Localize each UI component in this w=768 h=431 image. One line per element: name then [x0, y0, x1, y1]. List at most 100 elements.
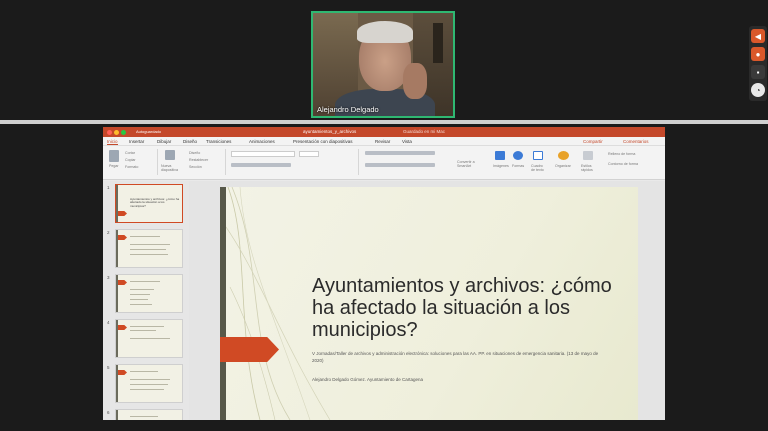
font-format-buttons[interactable] [231, 163, 291, 167]
alignment-buttons[interactable] [365, 163, 435, 167]
new-slide-label: Nueva diapositiva [161, 164, 178, 172]
slide-thumbnail[interactable]: Ayuntamientos y archivos: ¿cómo ha afect… [115, 184, 183, 223]
thumbnail-text-line [130, 379, 170, 380]
thumbnail-text-line [130, 326, 164, 327]
quick-styles-icon[interactable] [583, 151, 593, 160]
thumbnail-accent-bar [116, 230, 118, 267]
slide-thumbnail[interactable] [115, 229, 183, 268]
thumbnail-text-line [130, 249, 166, 250]
shapes-icon[interactable] [513, 151, 523, 160]
thumbnail-arrow [118, 325, 127, 330]
thumbnail-accent-bar [116, 365, 118, 402]
thumbnail-accent-bar [116, 185, 118, 222]
new-slide-icon[interactable] [165, 150, 175, 160]
thumbnail-text-line [130, 330, 156, 331]
tab-dibujar[interactable]: Dibujar [157, 139, 171, 144]
window-titlebar: Autoguardado ayuntamientos_y_archivos Gu… [103, 127, 665, 137]
minimize-button[interactable] [114, 130, 119, 135]
slide-author[interactable]: Alejandro Delgado Gómez. Ayuntamiento de… [312, 377, 423, 382]
shape-outline-button[interactable]: Contorno de forma [608, 162, 638, 166]
tab-transiciones[interactable]: Transiciones [206, 139, 231, 144]
quick-styles-label: Estilos rápidos [581, 164, 593, 172]
tab-vista[interactable]: Vista [402, 139, 412, 144]
tab-diseno[interactable]: Diseño [183, 139, 197, 144]
copy-button[interactable]: Copiar [125, 158, 136, 162]
ribbon-separator [157, 149, 158, 175]
share-button[interactable]: Compartir [583, 139, 603, 144]
thumbnail-text-line [130, 254, 168, 255]
slide-thumbnail[interactable] [115, 319, 183, 358]
thumbnail-number: 2 [107, 230, 110, 235]
meeting-screen: Alejandro Delgado ◀ ● ▪ ◔ Autoguardado a… [0, 0, 768, 431]
image-icon[interactable] [495, 151, 505, 160]
ribbon-tabs: Inicio Insertar Dibujar Diseño Transicio… [103, 137, 665, 146]
maximize-button[interactable] [121, 130, 126, 135]
slide-title[interactable]: Ayuntamientos y archivos: ¿cómo ha afect… [312, 275, 612, 341]
font-family-select[interactable] [231, 151, 295, 157]
paste-icon[interactable] [109, 150, 119, 162]
screen-divider [0, 120, 768, 124]
camera-icon[interactable]: ▪ [751, 65, 765, 79]
thumbnail-text-line [130, 338, 170, 339]
powerpoint-window: Autoguardado ayuntamientos_y_archivos Gu… [103, 127, 665, 420]
arrow-left-icon[interactable]: ◀ [751, 29, 765, 43]
ribbon-toolbar: Pegar Cortar Copiar Formato Nueva diapos… [103, 146, 665, 180]
slide-arrow-shape [220, 337, 279, 362]
thumbnail-number: 3 [107, 275, 110, 280]
slide-thumbnail[interactable] [115, 274, 183, 313]
convert-smartart-button[interactable]: Convertir a SmartArt [457, 160, 479, 168]
thumbnail-text-line [130, 289, 154, 290]
chat-icon[interactable]: ◔ [751, 83, 765, 97]
text-box-label: Cuadro de texto [531, 164, 544, 172]
thumbnail-text-line [130, 371, 158, 372]
ribbon-separator [358, 149, 359, 175]
thumbnail-accent-bar [116, 410, 118, 420]
format-painter-button[interactable]: Formato [125, 165, 138, 169]
thumbnail-text-line [130, 304, 152, 305]
thumbnail-arrow [118, 370, 127, 375]
text-box-icon[interactable] [533, 151, 543, 160]
paste-label: Pegar [109, 164, 119, 168]
section-button[interactable]: Sección [189, 165, 202, 169]
tab-insertar[interactable]: Insertar [129, 139, 144, 144]
slide-editor: Ayuntamientos y archivos: ¿cómo ha afect… [189, 181, 665, 420]
participant-hand [403, 63, 427, 99]
close-button[interactable] [107, 130, 112, 135]
current-slide[interactable]: Ayuntamientos y archivos: ¿cómo ha afect… [220, 187, 638, 420]
arrange-icon[interactable] [558, 151, 569, 160]
tab-inicio[interactable]: Inicio [107, 139, 118, 145]
autosave-label[interactable]: Autoguardado [136, 129, 161, 134]
comments-button[interactable]: Comentarios [623, 139, 649, 144]
slide-thumbnail[interactable] [115, 364, 183, 403]
thumbnail-text-line [130, 416, 158, 417]
thumbnail-number: 5 [107, 365, 110, 370]
document-title: ayuntamientos_y_archivos [303, 129, 357, 134]
microphone-icon[interactable]: ● [751, 47, 765, 61]
arrange-label: Organizar [555, 164, 571, 168]
tab-animaciones[interactable]: Animaciones [249, 139, 275, 144]
thumbnail-accent-bar [116, 275, 118, 312]
thumbnail-text-line [130, 281, 160, 282]
thumbnail-text-line [130, 389, 164, 390]
paragraph-buttons[interactable] [365, 151, 435, 155]
thumbnail-title: Ayuntamientos y archivos: ¿cómo ha afect… [130, 197, 180, 208]
thumbnail-number: 6 [107, 410, 110, 415]
thumbnail-arrow [118, 280, 127, 285]
font-size-select[interactable] [299, 151, 319, 157]
save-status: Guardado en mi Mac [403, 129, 446, 134]
thumbnail-text-line [130, 236, 160, 237]
images-label: Imágenes [493, 164, 509, 168]
participant-video[interactable]: Alejandro Delgado [311, 11, 455, 118]
meeting-toolbar: ◀ ● ▪ ◔ [749, 26, 767, 101]
thumbnail-text-line [130, 299, 148, 300]
thumbnail-accent-bar [116, 320, 118, 357]
shape-fill-button[interactable]: Relleno de forma [608, 152, 635, 156]
participant-name: Alejandro Delgado [317, 105, 379, 114]
slide-thumbnail[interactable] [115, 409, 183, 420]
slide-subtitle[interactable]: V Jornadas/Taller de archivos y administ… [312, 350, 602, 364]
layout-button[interactable]: Diseño [189, 151, 200, 155]
cut-button[interactable]: Cortar [125, 151, 135, 155]
tab-revisar[interactable]: Revisar [375, 139, 390, 144]
tab-presentacion[interactable]: Presentación con diapositivas [293, 139, 353, 144]
reset-button[interactable]: Restablecer [189, 158, 208, 162]
